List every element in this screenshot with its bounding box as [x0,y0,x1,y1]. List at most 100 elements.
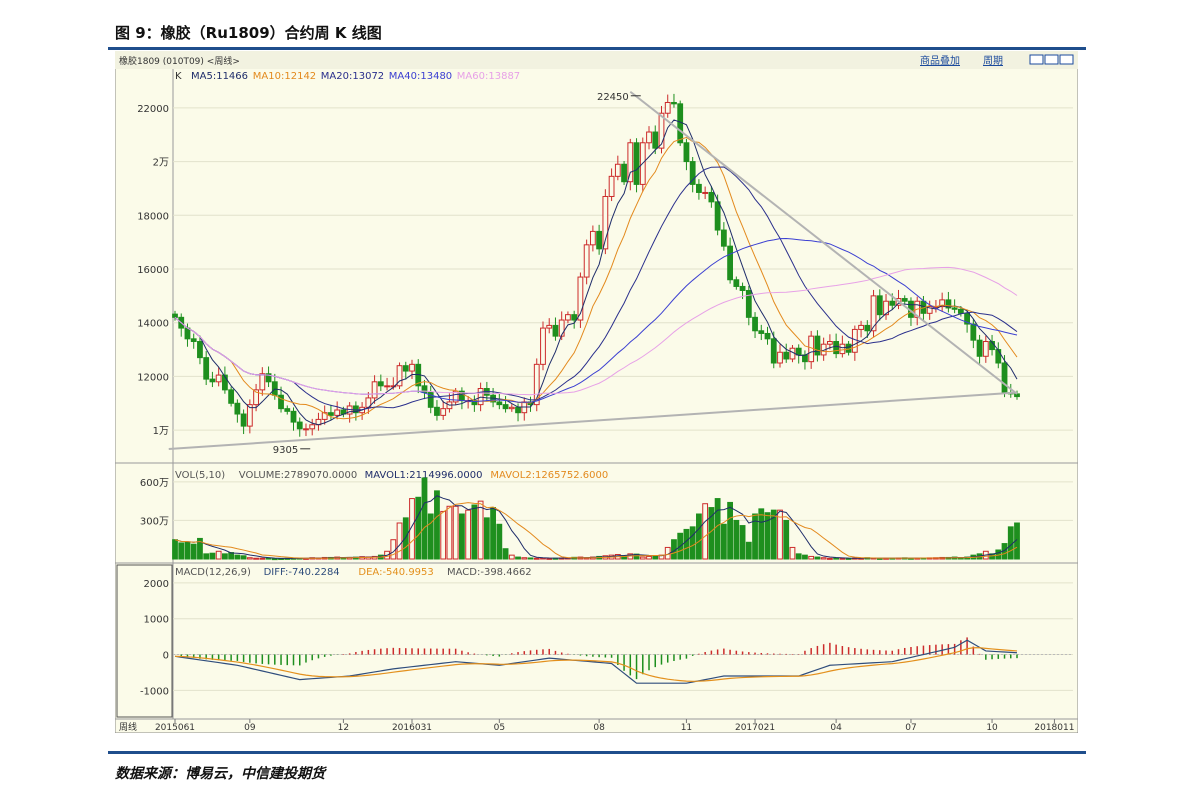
x-tick-label: 10 [986,723,998,733]
macd-legend-item: DEA:-540.9953 [358,567,433,578]
volume-bar [190,543,197,560]
candle [515,406,521,414]
volume-bar [228,552,235,560]
candle [633,142,640,185]
volume-bar [178,542,185,560]
candle [851,328,858,353]
candle [708,191,715,203]
volume-bar [203,553,210,560]
candle [197,341,203,359]
right-arrow-icon[interactable] [1044,54,1059,65]
macd-tick-label: 1000 [144,615,169,626]
candle [777,351,783,364]
volume-bar [639,556,646,560]
candle [540,327,546,365]
volume-bar [271,558,278,561]
candle [1014,393,1020,398]
candle [565,314,571,321]
volume-bar [471,504,478,560]
volume-bar [184,541,191,560]
left-arrow-icon[interactable] [1029,54,1044,65]
source-note: 数据来源：博易云，中信建投期货 [115,766,325,782]
candle [970,323,977,341]
volume-bar [465,509,472,560]
volume-bar [415,496,422,560]
volume-bar [683,528,690,560]
price-tick-label: 1万 [153,426,169,437]
candle [496,401,503,406]
x-tick-label: 11 [681,723,692,733]
volume-bar [795,553,802,560]
candle [627,142,634,183]
macd-tick-label: 2000 [144,579,169,590]
overlay-button[interactable]: 商品叠加 [920,54,960,67]
macd-legend-item: DIFF:-740.2284 [264,567,340,578]
volume-bar [814,556,821,560]
bottom-divider [108,751,1086,754]
ma-legend-item: MA10:12142 [253,71,316,82]
period-button[interactable]: 周期 [983,55,1003,67]
candle [671,101,677,105]
candle [608,175,615,197]
volume-bar [758,508,765,560]
candle [402,365,409,372]
kline-chart: 橡胶1809 (010T09) <周线> 商品叠加 周期 1万 12000 1400… [115,51,1078,733]
candle [240,413,247,427]
volume-bar [802,554,808,560]
candle [508,406,515,410]
candle [995,349,1002,364]
candle [440,408,447,416]
candle [876,295,883,316]
volume-bar [652,555,659,560]
candle [296,421,303,430]
candle [702,191,709,194]
volume-bar [515,556,521,560]
price-tick-label: 2万 [153,158,169,169]
candle [864,324,871,332]
volume-bar [496,523,503,560]
volume-bar [396,522,403,560]
volume-bar [808,555,815,560]
candle [303,428,309,431]
candle [858,324,864,330]
x-tick-label: 2018011 [1034,723,1074,733]
candle [271,381,278,396]
volume-tick-label: 300万 [140,516,169,527]
candle [802,354,808,363]
price-tick-label: 18000 [137,211,169,222]
volume-bar [452,505,459,560]
candle [328,412,334,416]
volume-bar [733,519,740,560]
candle [546,324,553,329]
volume-bar [459,513,465,560]
price-legend-prefix: K [175,71,182,82]
candle [833,341,840,355]
volume-bar [434,490,440,560]
volume-bar [234,554,241,560]
volume-bar [446,505,453,560]
close-icon[interactable] [1059,54,1074,65]
volume-bar [490,507,496,560]
candle [596,230,603,250]
candle [278,394,284,410]
volume-bar [702,503,709,560]
candle [664,101,671,114]
candle [764,332,771,340]
candle [190,338,197,343]
price-annotation: 22450 [597,92,629,103]
candle [334,409,341,416]
ma-legend-item: MA40:13480 [389,71,452,82]
chart-frame [115,51,1078,733]
candle [646,131,652,144]
x-tick-label: 08 [593,723,605,733]
volume-bar [739,525,746,560]
x-tick-label: 07 [905,723,916,733]
candle [683,142,690,163]
volume-bar [440,510,447,560]
candle [502,404,509,410]
candle [309,424,316,430]
x-tick-label: 2015061 [155,723,195,733]
figure-title: 图 9：橡胶（Ru1809）合约周 K 线图 [115,24,382,42]
volume-bar [527,557,534,560]
window-controls [1029,54,1074,65]
